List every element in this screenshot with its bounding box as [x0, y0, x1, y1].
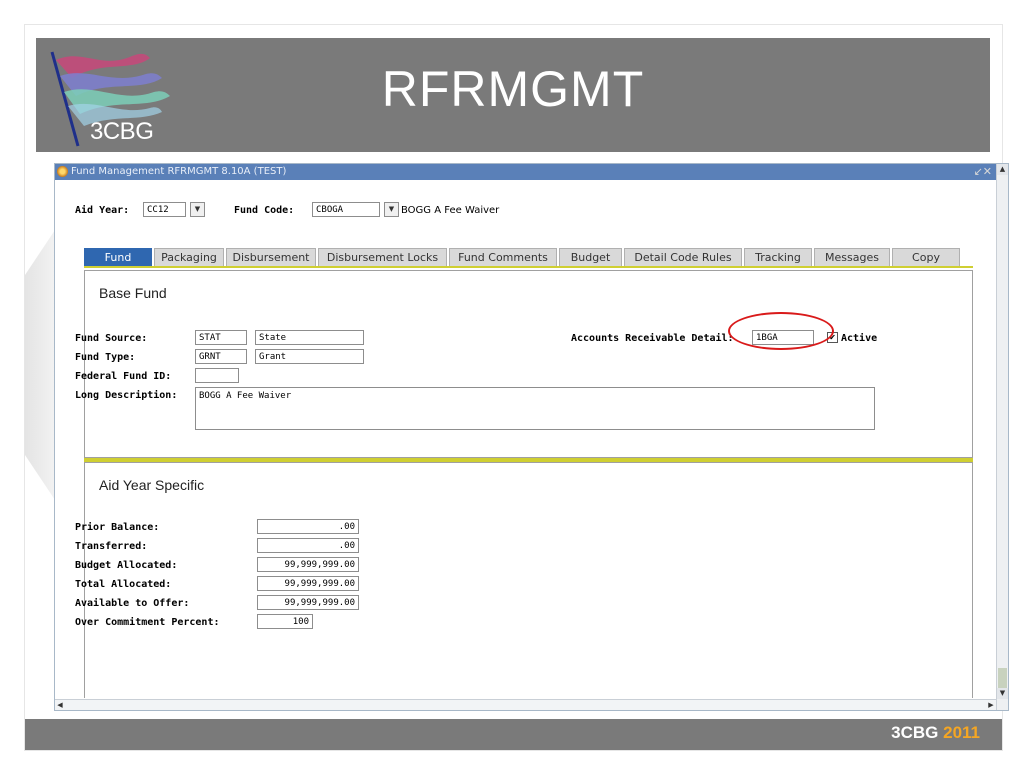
scroll-left-icon[interactable]: ◀ [55, 700, 65, 710]
budget-allocated-label: Budget Allocated: [75, 560, 178, 571]
horizontal-scrollbar[interactable]: ◀ ▶ [55, 699, 996, 710]
total-allocated-field: 99,999,999.00 [257, 576, 359, 591]
scroll-down-icon[interactable]: ▼ [997, 688, 1008, 699]
vertical-scrollbar[interactable]: ▲ ▼ [996, 164, 1008, 710]
highlight-circle [728, 312, 834, 350]
aid-year-label: Aid Year: [75, 205, 130, 216]
aid-year-specific-title: Aid Year Specific [99, 477, 205, 493]
ar-detail-label: Accounts Receivable Detail: [571, 333, 734, 344]
tab-tracking[interactable]: Tracking [744, 248, 812, 266]
fund-management-window: Fund Management RFRMGMT 8.10A (TEST) ↙✕ … [54, 163, 1009, 711]
scroll-up-icon[interactable]: ▲ [997, 164, 1008, 175]
over-commitment-percent-label: Over Commitment Percent: [75, 617, 220, 628]
long-description-field[interactable]: BOGG A Fee Waiver [195, 387, 875, 430]
federal-fund-id-label: Federal Fund ID: [75, 371, 172, 382]
aid-year-specific-panel: Aid Year Specific [84, 462, 973, 698]
over-commitment-percent-field[interactable]: 100 [257, 614, 313, 629]
active-label: Active [841, 333, 878, 344]
tab-budget[interactable]: Budget [559, 248, 622, 266]
footer-brand: 3CBG [891, 723, 939, 742]
tab-detail-code-rules[interactable]: Detail Code Rules [624, 248, 742, 266]
logo-text: 3CBG [90, 118, 154, 145]
base-fund-title: Base Fund [99, 285, 167, 301]
fund-source-label: Fund Source: [75, 333, 148, 344]
tab-disbursement[interactable]: Disbursement [226, 248, 316, 266]
transferred-label: Transferred: [75, 541, 148, 552]
aid-year-dropdown-icon[interactable]: ▼ [190, 202, 205, 217]
tab-copy[interactable]: Copy [892, 248, 960, 266]
fund-source-code-field[interactable]: STAT [195, 330, 247, 345]
scroll-right-icon[interactable]: ▶ [986, 700, 996, 710]
app-icon [57, 166, 68, 177]
slide-header: 3CBG RFRMGMT [36, 38, 990, 152]
long-description-label: Long Description: [75, 390, 178, 401]
tab-fund-comments[interactable]: Fund Comments [449, 248, 557, 266]
fund-code-label: Fund Code: [234, 205, 295, 216]
fund-code-dropdown-icon[interactable]: ▼ [384, 202, 399, 217]
fund-code-description: BOGG A Fee Waiver [401, 205, 500, 216]
aid-year-field[interactable]: CC12 [143, 202, 186, 217]
window-title-bar: Fund Management RFRMGMT 8.10A (TEST) ↙✕ [55, 164, 996, 180]
fund-source-desc-field: State [255, 330, 364, 345]
tab-packaging[interactable]: Packaging [154, 248, 224, 266]
slide-title: RFRMGMT [381, 61, 645, 117]
tab-underline-highlight [84, 268, 973, 269]
footer-year: 2011 [943, 723, 980, 742]
fund-type-code-field[interactable]: GRNT [195, 349, 247, 364]
window-controls[interactable]: ↙✕ [974, 164, 992, 180]
federal-fund-id-field[interactable] [195, 368, 239, 383]
total-allocated-label: Total Allocated: [75, 579, 172, 590]
tab-messages[interactable]: Messages [814, 248, 890, 266]
fund-type-desc-field: Grant [255, 349, 364, 364]
budget-allocated-field: 99,999,999.00 [257, 557, 359, 572]
prior-balance-label: Prior Balance: [75, 522, 160, 533]
slide: 3CBG RFRMGMT 3CBG 2011 Fund Management R… [24, 24, 1009, 751]
fund-type-label: Fund Type: [75, 352, 136, 363]
available-to-offer-label: Available to Offer: [75, 598, 190, 609]
window-title: Fund Management RFRMGMT 8.10A (TEST) [71, 166, 287, 177]
tab-fund[interactable]: Fund [84, 248, 152, 266]
slide-footer: 3CBG 2011 [25, 719, 1002, 750]
fund-code-field[interactable]: CBOGA [312, 202, 380, 217]
transferred-field: .00 [257, 538, 359, 553]
available-to-offer-field: 99,999,999.00 [257, 595, 359, 610]
tab-disbursement-locks[interactable]: Disbursement Locks [318, 248, 447, 266]
prior-balance-field: .00 [257, 519, 359, 534]
footer-brand-text: 3CBG 2011 [891, 723, 980, 743]
